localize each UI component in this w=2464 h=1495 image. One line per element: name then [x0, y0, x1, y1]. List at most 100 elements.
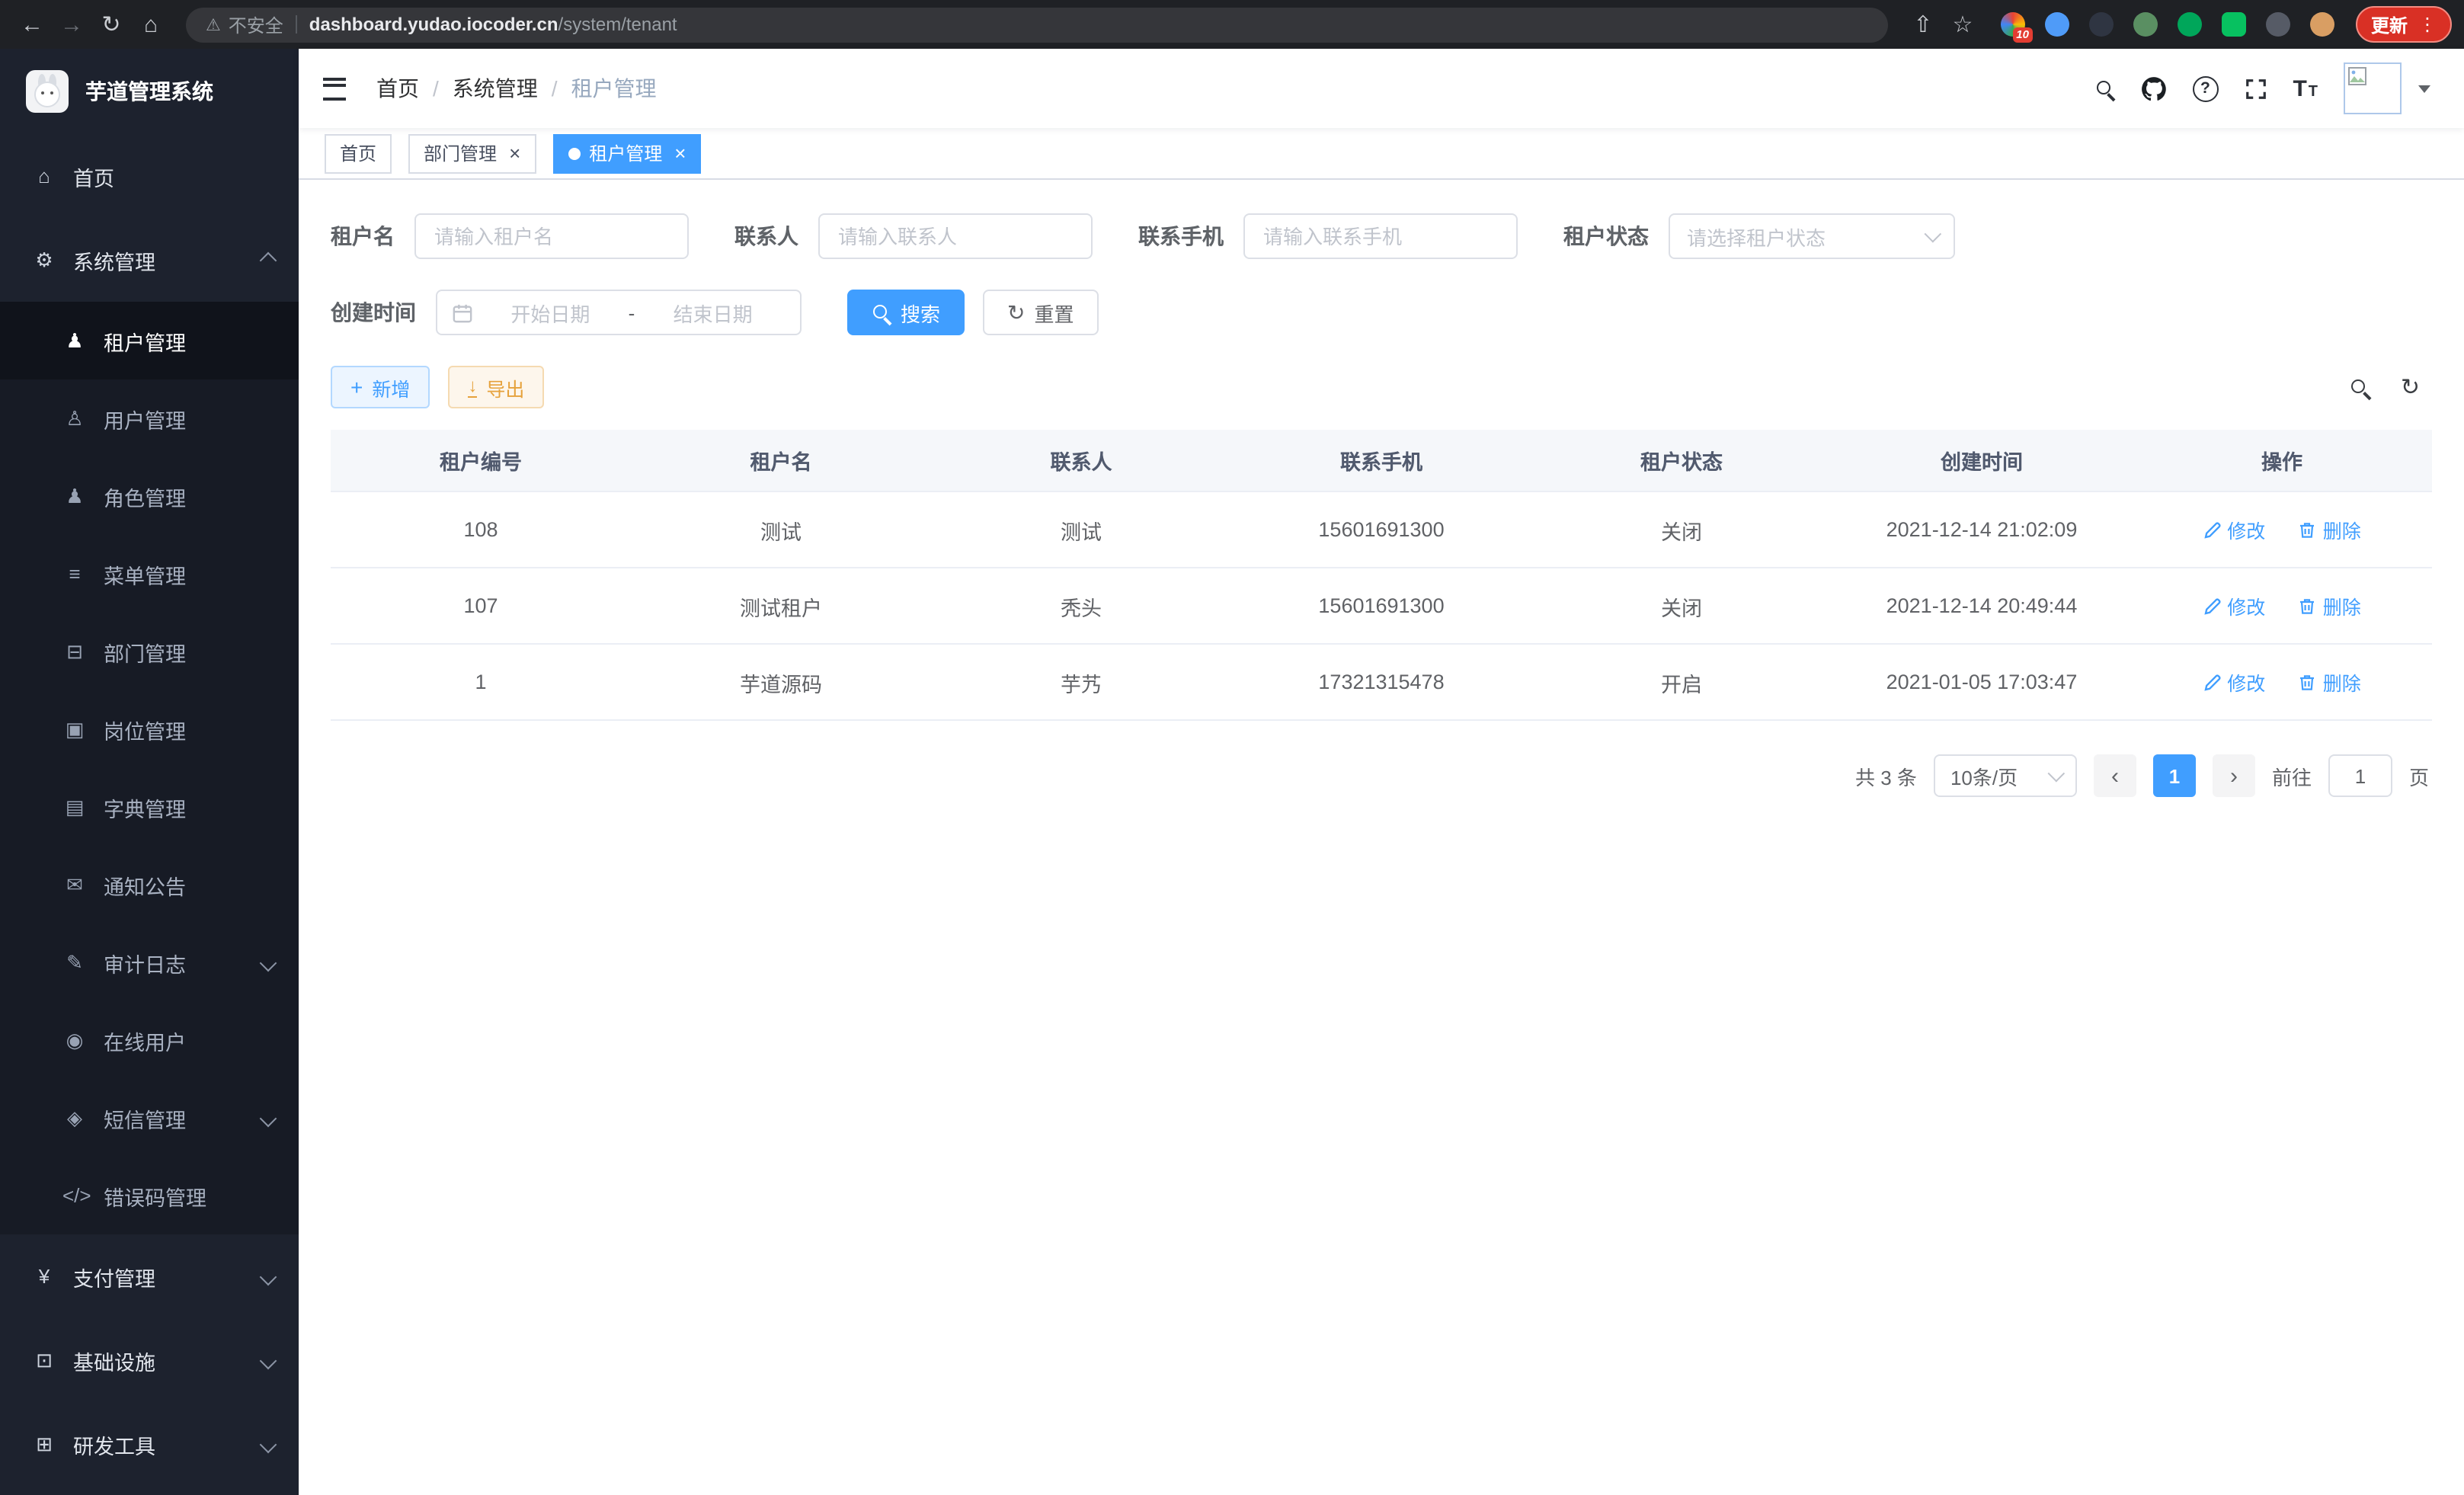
github-icon[interactable] [2140, 75, 2166, 101]
avatar-dropdown-caret-icon[interactable] [2418, 85, 2430, 92]
edit-button[interactable]: 修改 [2203, 515, 2265, 544]
end-date-input[interactable]: 结束日期 [641, 298, 785, 327]
extension-icon-7[interactable] [2266, 12, 2290, 37]
current-page-button[interactable]: 1 [2153, 754, 2196, 797]
collapse-sidebar-icon[interactable] [323, 77, 346, 100]
delete-button[interactable]: 删除 [2299, 667, 2361, 696]
delete-button[interactable]: 删除 [2299, 591, 2361, 620]
refresh-icon[interactable]: ↻ [2401, 373, 2420, 401]
sidebar-item-dev-tools[interactable]: ⊞ 研发工具 [0, 1402, 299, 1486]
sidebar-item-pay-manage[interactable]: ¥ 支付管理 [0, 1234, 299, 1318]
chevron-down-icon [260, 1352, 277, 1369]
tab-home[interactable]: 首页 [325, 133, 392, 173]
app-logo[interactable]: 芋道管理系统 [0, 49, 299, 134]
breadcrumb-home[interactable]: 首页 [376, 73, 419, 104]
sidebar-item-infra[interactable]: ⊡ 基础设施 [0, 1318, 299, 1402]
sidebar-item-home[interactable]: ⌂ 首页 [0, 134, 299, 218]
sidebar-item-role-manage[interactable]: ♟ 角色管理 [0, 457, 299, 535]
screen: ← → ↻ ⌂ ⚠ 不安全 dashboard.yudao.iocoder.cn… [0, 0, 2464, 1495]
bookmark-star-icon[interactable]: ☆ [1943, 5, 1982, 44]
extension-badge: 10 [2012, 27, 2033, 43]
close-icon[interactable]: × [509, 143, 520, 163]
extension-icon-1[interactable]: 10 [2001, 12, 2025, 37]
extension-icon-3[interactable] [2089, 12, 2114, 37]
search-button[interactable]: 搜索 [847, 290, 965, 335]
chevron-down-icon [260, 1436, 277, 1453]
phone-label: 联系手机 [1138, 221, 1224, 251]
date-range-picker[interactable]: 开始日期 - 结束日期 [436, 290, 802, 335]
tab-label: 首页 [340, 140, 376, 166]
extension-icon-6[interactable] [2222, 12, 2246, 37]
row-actions: 修改 删除 [2132, 491, 2432, 568]
col-phone: 联系手机 [1231, 430, 1531, 491]
online-icon: ◉ [62, 1028, 87, 1052]
browser-home-icon[interactable]: ⌂ [131, 5, 171, 44]
url-path: /system/tenant [558, 14, 677, 35]
forward-icon[interactable]: → [52, 5, 91, 44]
sidebar-item-sms-manage[interactable]: ◈ 短信管理 [0, 1079, 299, 1157]
contact-input[interactable] [818, 213, 1093, 259]
extension-icon-2[interactable] [2045, 12, 2069, 37]
menu-dots-icon[interactable]: ⋮ [2418, 14, 2437, 35]
search-icon[interactable] [2094, 78, 2114, 98]
goto-page-input[interactable] [2328, 754, 2392, 797]
sidebar-item-label: 基础设施 [73, 1345, 155, 1375]
sidebar-item-label: 菜单管理 [104, 559, 186, 589]
start-date-input[interactable]: 开始日期 [478, 298, 622, 327]
col-created: 创建时间 [1832, 430, 2132, 491]
sidebar-item-dept-manage[interactable]: ⊟ 部门管理 [0, 613, 299, 690]
pagination: 共 3 条 10条/页 ‹ 1 › 前往 页 [334, 754, 2429, 843]
reload-icon[interactable]: ↻ [91, 5, 131, 44]
extensions-row: 10 [1982, 12, 2353, 37]
search-icon[interactable] [2350, 377, 2370, 397]
fullscreen-icon[interactable] [2244, 77, 2267, 100]
edit-button[interactable]: 修改 [2203, 667, 2265, 696]
sidebar-item-notice[interactable]: ✉ 通知公告 [0, 846, 299, 924]
col-tenant-name: 租户名 [631, 430, 931, 491]
back-icon[interactable]: ← [12, 5, 52, 44]
url-bar[interactable]: ⚠ 不安全 dashboard.yudao.iocoder.cn /system… [186, 7, 1888, 42]
sidebar-item-user-manage[interactable]: ♙ 用户管理 [0, 379, 299, 457]
sidebar-item-label: 在线用户 [104, 1025, 186, 1055]
sidebar-item-dict-manage[interactable]: ▤ 字典管理 [0, 768, 299, 846]
sidebar-item-post-manage[interactable]: ▣ 岗位管理 [0, 690, 299, 768]
font-size-icon[interactable]: TT [2293, 75, 2318, 101]
share-icon[interactable]: ⇧ [1903, 5, 1943, 44]
sidebar-item-system-manage[interactable]: ⚙ 系统管理 [0, 218, 299, 302]
tenant-table: 租户编号 租户名 联系人 联系手机 租户状态 创建时间 操作 108 测试 [331, 430, 2432, 721]
security-label[interactable]: 不安全 [229, 11, 283, 37]
tenant-name-input[interactable] [414, 213, 689, 259]
broken-image-icon [2348, 67, 2366, 85]
sidebar-item-online-users[interactable]: ◉ 在线用户 [0, 1001, 299, 1079]
edit-button[interactable]: 修改 [2203, 591, 2265, 620]
tab-dept-manage[interactable]: 部门管理 × [408, 133, 536, 173]
delete-button[interactable]: 删除 [2299, 515, 2361, 544]
search-icon [872, 303, 891, 322]
help-icon[interactable]: ? [2192, 75, 2218, 101]
breadcrumb: 首页 / 系统管理 / 租户管理 [376, 73, 657, 104]
export-button[interactable]: ↓ 导出 [448, 366, 544, 408]
extension-icon-4[interactable] [2133, 12, 2158, 37]
extension-icon-5[interactable] [2178, 12, 2202, 37]
status-select[interactable]: 请选择租户状态 [1669, 213, 1955, 259]
add-button[interactable]: + 新增 [331, 366, 430, 408]
next-page-button[interactable]: › [2213, 754, 2255, 797]
sidebar-item-label: 部门管理 [104, 636, 186, 667]
close-icon[interactable]: × [674, 143, 686, 163]
avatar[interactable] [2344, 62, 2402, 114]
tab-tenant-manage[interactable]: 租户管理 × [552, 133, 701, 173]
prev-page-button[interactable]: ‹ [2094, 754, 2136, 797]
extension-icon-8[interactable] [2310, 12, 2334, 37]
reset-button[interactable]: ↻ 重置 [983, 290, 1099, 335]
sidebar-item-audit-log[interactable]: ✎ 审计日志 [0, 924, 299, 1001]
list-icon: ≡ [62, 562, 87, 585]
sidebar-item-error-code[interactable]: </> 错误码管理 [0, 1157, 299, 1234]
breadcrumb-system-manage[interactable]: 系统管理 [453, 73, 538, 104]
browser-update-button[interactable]: 更新 ⋮ [2356, 6, 2452, 43]
sidebar-item-tenant-manage[interactable]: ♟ 租户管理 [0, 302, 299, 379]
phone-input[interactable] [1243, 213, 1518, 259]
people-icon: ♟ [62, 484, 87, 508]
page-size-select[interactable]: 10条/页 [1934, 754, 2077, 797]
log-icon: ✎ [62, 950, 87, 975]
sidebar-item-menu-manage[interactable]: ≡ 菜单管理 [0, 535, 299, 613]
